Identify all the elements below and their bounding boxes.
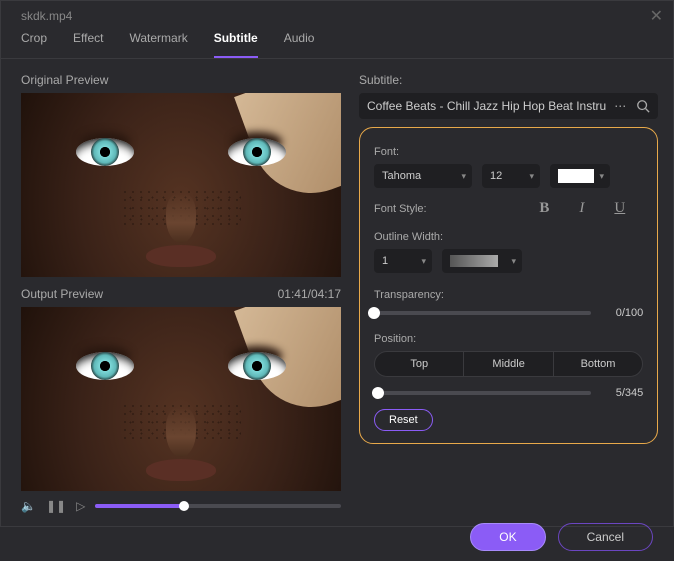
subtitle-file-row: Coffee Beats - Chill Jazz Hip Hop Beat I…	[359, 93, 658, 119]
font-label: Font:	[374, 146, 643, 158]
position-label: Position:	[374, 333, 643, 345]
close-icon[interactable]: ✕	[650, 6, 663, 26]
footer: OK Cancel	[1, 513, 673, 561]
left-column: Original Preview Output Preview 01:41/04…	[21, 73, 341, 513]
outline-color-dropdown[interactable]: ▾	[442, 249, 522, 273]
volume-icon[interactable]: 🔈	[21, 499, 36, 513]
outline-color-swatch	[450, 255, 498, 267]
subtitle-label: Subtitle:	[359, 73, 658, 87]
color-swatch	[558, 169, 594, 183]
chevron-down-icon: ▾	[599, 171, 604, 182]
position-value: 5/345	[601, 387, 643, 399]
more-icon[interactable]: ⋯	[614, 99, 628, 113]
play-icon[interactable]: ▷	[76, 499, 85, 513]
reset-button[interactable]: Reset	[374, 409, 433, 431]
position-top[interactable]: Top	[375, 352, 464, 376]
outline-width-label: Outline Width:	[374, 231, 643, 243]
chevron-down-icon: ▾	[529, 171, 534, 182]
subtitle-settings-panel: Font: Tahoma ▾ 12 ▾ ▾ Font Style: B	[359, 127, 658, 444]
ok-button[interactable]: OK	[470, 523, 545, 551]
chevron-down-icon: ▾	[421, 256, 426, 267]
position-bottom[interactable]: Bottom	[554, 352, 642, 376]
output-preview	[21, 307, 341, 491]
bold-icon[interactable]: B	[539, 200, 549, 217]
original-preview	[21, 93, 341, 277]
outline-width-dropdown[interactable]: 1 ▾	[374, 249, 432, 273]
timeline-slider[interactable]	[95, 504, 341, 508]
pause-icon[interactable]: ❚❚	[46, 499, 66, 513]
search-icon[interactable]	[636, 99, 650, 113]
tab-crop[interactable]: Crop	[21, 31, 47, 58]
italic-icon[interactable]: I	[579, 200, 584, 217]
output-preview-label: Output Preview	[21, 287, 103, 301]
tab-audio[interactable]: Audio	[284, 31, 315, 58]
position-toggle: Top Middle Bottom	[374, 351, 643, 377]
tab-bar: Crop Effect Watermark Subtitle Audio	[1, 31, 673, 59]
time-display: 01:41/04:17	[278, 287, 341, 301]
font-family-dropdown[interactable]: Tahoma ▾	[374, 164, 472, 188]
position-slider[interactable]	[374, 391, 591, 395]
font-style-label: Font Style:	[374, 203, 427, 215]
transparency-value: 0/100	[601, 307, 643, 319]
cancel-button[interactable]: Cancel	[558, 523, 653, 551]
window-filename: skdk.mp4	[21, 9, 72, 23]
font-size-dropdown[interactable]: 12 ▾	[482, 164, 540, 188]
underline-icon[interactable]: U	[614, 200, 625, 217]
font-color-dropdown[interactable]: ▾	[550, 164, 610, 188]
right-column: Subtitle: Coffee Beats - Chill Jazz Hip …	[359, 73, 658, 513]
chevron-down-icon: ▾	[511, 256, 516, 267]
transparency-slider[interactable]	[374, 311, 591, 315]
original-preview-label: Original Preview	[21, 73, 341, 87]
play-controls: 🔈 ❚❚ ▷	[21, 499, 341, 513]
transparency-label: Transparency:	[374, 289, 643, 301]
tab-watermark[interactable]: Watermark	[129, 31, 187, 58]
chevron-down-icon: ▾	[461, 171, 466, 182]
position-middle[interactable]: Middle	[464, 352, 553, 376]
tab-effect[interactable]: Effect	[73, 31, 103, 58]
subtitle-file-name: Coffee Beats - Chill Jazz Hip Hop Beat I…	[367, 99, 606, 113]
titlebar: skdk.mp4 ✕	[1, 1, 673, 31]
tab-subtitle[interactable]: Subtitle	[214, 31, 258, 58]
